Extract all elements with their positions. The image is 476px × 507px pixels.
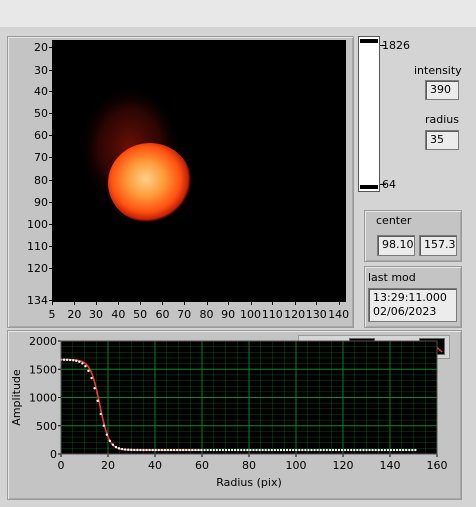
image-x-tick-mark xyxy=(140,302,142,305)
image-y-tick-label: 100 xyxy=(27,218,48,231)
image-y-tick-label: 90 xyxy=(34,196,48,209)
scale-min-tick xyxy=(380,184,386,185)
image-y-tick-label: 50 xyxy=(34,107,48,120)
image-y-tick-mark xyxy=(49,70,52,71)
image-y-tick-mark xyxy=(49,157,52,158)
intensity-value[interactable]: 390 xyxy=(425,80,459,100)
center-label: center xyxy=(376,214,412,227)
legend-fit-label: Fit xyxy=(386,341,399,354)
image-x-tick-mark xyxy=(228,302,230,305)
image-y-tick-label: 110 xyxy=(27,240,48,253)
image-x-tick-mark xyxy=(272,302,274,305)
image-x-tick-mark xyxy=(206,302,208,305)
image-y-tick-label: 20 xyxy=(34,41,48,54)
scale-max-marker xyxy=(360,39,378,43)
image-y-tick-mark xyxy=(49,113,52,114)
last-mod-date: 02/06/2023 xyxy=(373,305,437,318)
beam-image xyxy=(78,84,192,225)
image-y-tick-mark xyxy=(49,202,52,203)
image-x-tick-mark xyxy=(52,302,53,305)
image-y-tick-label: 134 xyxy=(27,294,48,307)
scale-max-tick xyxy=(380,45,386,46)
image-x-tick-mark xyxy=(184,302,186,305)
center-y-value[interactable]: 157.3 xyxy=(419,235,457,256)
image-y-tick-label: 70 xyxy=(34,151,48,164)
image-y-tick-label: 60 xyxy=(34,129,48,142)
center-x-value[interactable]: 98.10 xyxy=(377,235,415,256)
image-x-tick-mark xyxy=(118,302,120,305)
intensity-label: intensity xyxy=(414,64,462,77)
image-y-tick-label: 30 xyxy=(34,64,48,77)
image-y-tick-mark xyxy=(49,135,52,136)
image-x-tick-mark xyxy=(250,302,252,305)
image-x-tick-mark xyxy=(74,302,76,305)
image-x-tick-mark xyxy=(316,302,318,305)
last-mod-label: last mod xyxy=(368,271,416,284)
image-x-tick-mark xyxy=(96,302,98,305)
radius-value[interactable]: 35 xyxy=(425,130,459,150)
image-y-tick-label: 80 xyxy=(34,174,48,187)
window-top-strip xyxy=(0,0,476,27)
image-x-tick-mark xyxy=(162,302,164,305)
chart-legend: Data Fit xyxy=(298,335,450,359)
last-mod-value: 13:29:11.000 02/06/2023 xyxy=(368,288,457,322)
radius-label: radius xyxy=(425,113,460,126)
image-y-tick-label: 40 xyxy=(34,85,48,98)
image-y-tick-mark xyxy=(49,180,52,181)
color-scale-bar[interactable] xyxy=(358,36,380,192)
image-y-tick-mark xyxy=(49,224,52,225)
legend-data-label: Data xyxy=(315,341,342,354)
image-x-tick-label: 140 xyxy=(328,308,350,321)
image-display[interactable] xyxy=(52,40,346,302)
scale-max-label: 1826 xyxy=(382,39,410,52)
last-mod-time: 13:29:11.000 xyxy=(373,291,447,304)
legend-fit-swatch[interactable] xyxy=(419,338,445,355)
image-x-tick-mark xyxy=(338,302,340,305)
legend-data-swatch[interactable] xyxy=(349,338,375,355)
image-y-tick-mark xyxy=(49,300,52,301)
image-y-tick-mark xyxy=(49,47,52,48)
image-y-tick-mark xyxy=(49,268,52,269)
image-x-tick-mark xyxy=(294,302,296,305)
image-y-tick-mark xyxy=(49,246,52,247)
image-y-tick-mark xyxy=(49,91,52,92)
image-y-tick-label: 120 xyxy=(27,262,48,275)
scale-min-marker xyxy=(360,185,378,189)
